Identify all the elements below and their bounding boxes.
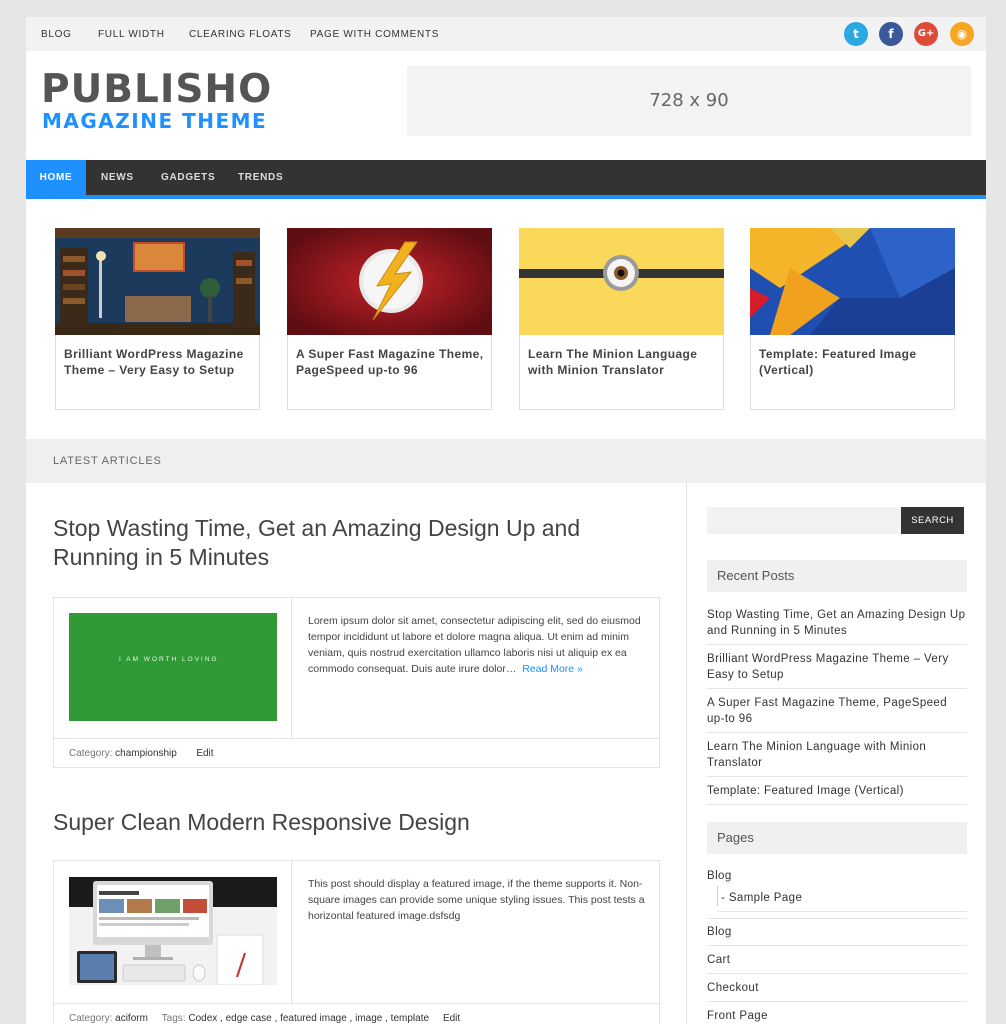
topnav-clearing-floats[interactable]: CLEARING FLOATS <box>189 29 292 40</box>
post-excerpt: This post should display a featured imag… <box>308 878 645 922</box>
post-meta: Category: championship Edit <box>69 748 214 759</box>
recent-post-link[interactable]: Learn The Minion Language with Minion Tr… <box>707 739 967 771</box>
featured-card[interactable]: A Super Fast Magazine Theme, PageSpeed u… <box>287 228 492 410</box>
recent-post-link[interactable]: Stop Wasting Time, Get an Amazing Design… <box>707 607 967 639</box>
featured-image-flash[interactable] <box>287 228 492 335</box>
nav-trends[interactable]: TRENDS <box>238 160 283 195</box>
edit-link[interactable]: Edit <box>196 748 213 759</box>
featured-title[interactable]: Brilliant WordPress Magazine Theme – Ver… <box>64 346 254 378</box>
edit-link[interactable]: Edit <box>443 1013 460 1024</box>
sidebar-separator <box>707 945 967 946</box>
post-thumbnail-text: I AM WORTH LOVING <box>119 656 219 663</box>
page-wrapper: BLOG FULL WIDTH CLEARING FLOATS PAGE WIT… <box>26 17 986 1024</box>
ad-banner[interactable]: 728 x 90 <box>407 66 971 136</box>
recent-posts-heading: Recent Posts <box>707 560 967 592</box>
nav-gadgets[interactable]: GADGETS <box>161 160 215 195</box>
top-bar: BLOG FULL WIDTH CLEARING FLOATS PAGE WIT… <box>26 17 986 51</box>
recent-post-link[interactable]: A Super Fast Magazine Theme, PageSpeed u… <box>707 695 967 727</box>
logo-subtitle[interactable]: MAGAZINE THEME <box>42 111 267 131</box>
page-link-sample-page[interactable]: - Sample Page <box>721 890 961 906</box>
post-title[interactable]: Super Clean Modern Responsive Design <box>53 808 633 837</box>
sidebar-separator <box>707 973 967 974</box>
subpage-indent-line <box>717 886 718 906</box>
post-box: I AM WORTH LOVING Lorem ipsum dolor sit … <box>53 597 660 768</box>
topnav-page-with-comments[interactable]: PAGE WITH COMMENTS <box>310 29 439 40</box>
featured-card[interactable]: Template: Featured Image (Vertical) <box>750 228 955 410</box>
nav-news[interactable]: NEWS <box>101 160 134 195</box>
featured-title[interactable]: Learn The Minion Language with Minion Tr… <box>528 346 718 378</box>
google-plus-icon[interactable]: G+ <box>914 22 938 46</box>
post-excerpt: Lorem ipsum dolor sit amet, consectetur … <box>308 613 648 677</box>
category-link[interactable]: aciform <box>115 1013 148 1024</box>
read-more-link[interactable]: Read More » <box>522 663 583 675</box>
page-link-front-page[interactable]: Front Page <box>707 1008 967 1024</box>
post-meta: Category: aciform Tags: Codex , edge cas… <box>69 1013 460 1024</box>
nav-accent-line <box>26 195 986 199</box>
search-button[interactable]: SEARCH <box>901 507 964 534</box>
topnav-full-width[interactable]: FULL WIDTH <box>98 29 165 40</box>
latest-articles-label: LATEST ARTICLES <box>53 455 162 467</box>
tags-label: Tags: <box>161 1013 186 1024</box>
featured-image-room[interactable] <box>55 228 260 335</box>
featured-card[interactable]: Learn The Minion Language with Minion Tr… <box>519 228 724 410</box>
recent-post-link[interactable]: Template: Featured Image (Vertical) <box>707 783 967 799</box>
featured-title[interactable]: A Super Fast Magazine Theme, PageSpeed u… <box>296 346 486 378</box>
twitter-icon[interactable]: t <box>844 22 868 46</box>
post-title[interactable]: Stop Wasting Time, Get an Amazing Design… <box>53 514 633 572</box>
featured-title[interactable]: Template: Featured Image (Vertical) <box>759 346 949 378</box>
post-box-divider <box>291 861 292 1003</box>
category-label: Category: <box>69 1013 113 1024</box>
post-thumbnail[interactable]: I AM WORTH LOVING <box>69 613 277 721</box>
post-meta-divider <box>54 738 659 739</box>
recent-post-link[interactable]: Brilliant WordPress Magazine Theme – Ver… <box>707 651 967 683</box>
sidebar-separator <box>707 776 967 777</box>
page-link-blog[interactable]: Blog <box>707 868 967 884</box>
topnav-blog[interactable]: BLOG <box>41 29 72 40</box>
sidebar-separator <box>707 918 967 919</box>
sidebar-separator <box>707 732 967 733</box>
page-link-cart[interactable]: Cart <box>707 952 967 968</box>
featured-card[interactable]: Brilliant WordPress Magazine Theme – Ver… <box>55 228 260 410</box>
sidebar-separator <box>707 644 967 645</box>
sidebar-separator <box>707 804 967 805</box>
main-nav: HOME NEWS GADGETS TRENDS <box>26 160 986 195</box>
tags-links[interactable]: Codex , edge case , featured image , ima… <box>188 1013 429 1024</box>
category-label: Category: <box>69 748 113 759</box>
featured-image-minion[interactable] <box>519 228 724 335</box>
pages-heading: Pages <box>707 822 967 854</box>
post-box: This post should display a featured imag… <box>53 860 660 1024</box>
featured-image-abstract[interactable] <box>750 228 955 335</box>
post-meta-divider <box>54 1003 659 1004</box>
sidebar-separator <box>707 688 967 689</box>
search-input[interactable] <box>707 507 902 534</box>
post-excerpt-text: Lorem ipsum dolor sit amet, consectetur … <box>308 615 641 675</box>
page-link-checkout[interactable]: Checkout <box>707 980 967 996</box>
post-thumbnail[interactable] <box>69 877 277 986</box>
content-divider <box>686 483 687 1024</box>
rss-icon[interactable]: ◉ <box>950 22 974 46</box>
page-link-blog-2[interactable]: Blog <box>707 924 967 940</box>
sidebar-separator <box>717 911 967 912</box>
nav-home[interactable]: HOME <box>26 160 86 195</box>
sidebar-separator <box>707 1001 967 1002</box>
latest-articles-bar: LATEST ARTICLES <box>26 439 986 483</box>
logo-title[interactable]: PUBLISHO <box>41 70 272 109</box>
post-box-divider <box>291 598 292 738</box>
category-link[interactable]: championship <box>115 748 177 759</box>
facebook-icon[interactable]: f <box>879 22 903 46</box>
